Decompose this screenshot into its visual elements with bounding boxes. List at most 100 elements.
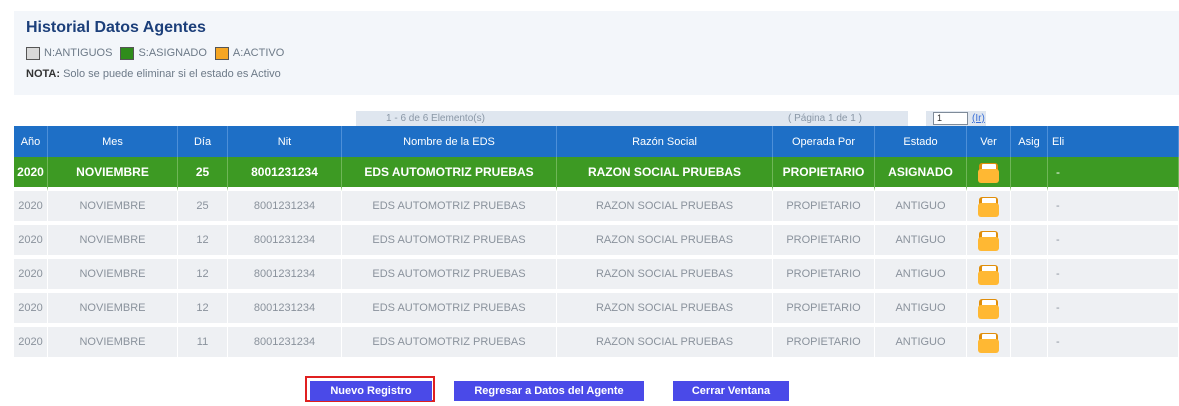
cell-anio: 2020: [14, 327, 48, 361]
cell-estado: ANTIGUO: [875, 225, 967, 259]
go-link[interactable]: (Ir): [972, 113, 985, 124]
pager-page: ( Página 1 de 1 ): [788, 113, 862, 124]
cell-ver: [967, 225, 1011, 259]
cell-mes: NOVIEMBRE: [48, 293, 178, 327]
table-row[interactable]: 2020 NOVIEMBRE 12 8001231234 EDS AUTOMOT…: [14, 225, 1179, 259]
cell-mes: NOVIEMBRE: [48, 225, 178, 259]
col-header-eli: Eli: [1048, 126, 1179, 157]
cell-razon-social: RAZON SOCIAL PRUEBAS: [557, 225, 773, 259]
col-header-operada-por[interactable]: Operada Por: [773, 126, 875, 157]
cell-anio: 2020: [14, 259, 48, 293]
legend-label-asignado: S:ASIGNADO: [138, 47, 207, 59]
cell-razon-social: RAZON SOCIAL PRUEBAS: [557, 157, 773, 191]
note-text: NOTA: Solo se puede eliminar si el estad…: [26, 68, 281, 80]
cell-estado: ASIGNADO: [875, 157, 967, 191]
cell-ver: [967, 259, 1011, 293]
cell-dia: 12: [178, 259, 228, 293]
note-body: Solo se puede eliminar si el estado es A…: [63, 68, 281, 80]
cell-nit: 8001231234: [228, 191, 342, 225]
status-legend: N:ANTIGUOS S:ASIGNADO A:ACTIVO: [26, 45, 284, 61]
pager-go: 1 (Ir): [926, 111, 986, 126]
page-number-input[interactable]: 1: [933, 112, 968, 125]
cell-dia: 25: [178, 157, 228, 191]
cell-anio: 2020: [14, 191, 48, 225]
cell-asig: [1011, 327, 1048, 361]
cell-eli: -: [1048, 225, 1179, 259]
cell-anio: 2020: [14, 157, 48, 191]
table-row[interactable]: 2020 NOVIEMBRE 11 8001231234 EDS AUTOMOT…: [14, 327, 1179, 361]
cell-nit: 8001231234: [228, 327, 342, 361]
table-row[interactable]: 2020 NOVIEMBRE 12 8001231234 EDS AUTOMOT…: [14, 293, 1179, 327]
cell-mes: NOVIEMBRE: [48, 191, 178, 225]
cell-operada-por: PROPIETARIO: [773, 191, 875, 225]
cell-operada-por: PROPIETARIO: [773, 157, 875, 191]
cell-anio: 2020: [14, 225, 48, 259]
col-header-nombre-eds[interactable]: Nombre de la EDS: [342, 126, 557, 157]
col-header-mes[interactable]: Mes: [48, 126, 178, 157]
cell-asig: [1011, 259, 1048, 293]
cell-operada-por: PROPIETARIO: [773, 259, 875, 293]
col-header-nit[interactable]: Nit: [228, 126, 342, 157]
col-header-anio[interactable]: Año: [14, 126, 48, 157]
legend-swatch-activo: [214, 46, 229, 60]
col-header-dia[interactable]: Día: [178, 126, 228, 157]
cell-mes: NOVIEMBRE: [48, 157, 178, 191]
cell-nombre-eds: EDS AUTOMOTRIZ PRUEBAS: [342, 225, 557, 259]
cell-eli: -: [1048, 157, 1179, 191]
table-header-row: Año Mes Día Nit Nombre de la EDS Razón S…: [14, 126, 1179, 157]
cell-nombre-eds: EDS AUTOMOTRIZ PRUEBAS: [342, 191, 557, 225]
cell-asig: [1011, 191, 1048, 225]
cell-razon-social: RAZON SOCIAL PRUEBAS: [557, 293, 773, 327]
cell-operada-por: PROPIETARIO: [773, 293, 875, 327]
cell-asig: [1011, 225, 1048, 259]
cell-estado: ANTIGUO: [875, 327, 967, 361]
pager-range: 1 - 6 de 6 Elemento(s): [386, 113, 485, 124]
legend-swatch-asignado: [120, 46, 135, 60]
cell-nit: 8001231234: [228, 293, 342, 327]
folder-icon[interactable]: [978, 196, 999, 217]
nuevo-registro-button[interactable]: Nuevo Registro: [310, 381, 432, 401]
table-row[interactable]: 2020 NOVIEMBRE 25 8001231234 EDS AUTOMOT…: [14, 157, 1179, 191]
legend-label-activo: A:ACTIVO: [232, 47, 285, 59]
regresar-datos-agente-button[interactable]: Regresar a Datos del Agente: [454, 381, 644, 401]
cell-nit: 8001231234: [228, 259, 342, 293]
cell-estado: ANTIGUO: [875, 293, 967, 327]
cell-razon-social: RAZON SOCIAL PRUEBAS: [557, 327, 773, 361]
cell-razon-social: RAZON SOCIAL PRUEBAS: [557, 259, 773, 293]
cell-mes: NOVIEMBRE: [48, 259, 178, 293]
legend-label-antiguos: N:ANTIGUOS: [44, 47, 113, 59]
cell-dia: 11: [178, 327, 228, 361]
folder-icon[interactable]: [978, 298, 999, 319]
cell-nit: 8001231234: [228, 157, 342, 191]
cell-ver: [967, 157, 1011, 191]
col-header-asig: Asig: [1011, 126, 1048, 157]
col-header-razon-social[interactable]: Razón Social: [557, 126, 773, 157]
col-header-estado[interactable]: Estado: [875, 126, 967, 157]
cell-nombre-eds: EDS AUTOMOTRIZ PRUEBAS: [342, 327, 557, 361]
table-row[interactable]: 2020 NOVIEMBRE 12 8001231234 EDS AUTOMOT…: [14, 259, 1179, 293]
cell-asig: [1011, 157, 1048, 191]
cell-asig: [1011, 293, 1048, 327]
action-bar: Nuevo Registro Regresar a Datos del Agen…: [0, 376, 1179, 406]
col-header-ver: Ver: [967, 126, 1011, 157]
cerrar-ventana-button[interactable]: Cerrar Ventana: [673, 381, 789, 401]
cell-ver: [967, 191, 1011, 225]
cell-ver: [967, 327, 1011, 361]
folder-icon[interactable]: [978, 162, 999, 183]
folder-icon[interactable]: [978, 332, 999, 353]
cell-estado: ANTIGUO: [875, 191, 967, 225]
cell-dia: 12: [178, 293, 228, 327]
cell-nombre-eds: EDS AUTOMOTRIZ PRUEBAS: [342, 293, 557, 327]
cell-nombre-eds: EDS AUTOMOTRIZ PRUEBAS: [342, 259, 557, 293]
table-row[interactable]: 2020 NOVIEMBRE 25 8001231234 EDS AUTOMOT…: [14, 191, 1179, 225]
folder-icon[interactable]: [978, 230, 999, 251]
cell-estado: ANTIGUO: [875, 259, 967, 293]
cell-nombre-eds: EDS AUTOMOTRIZ PRUEBAS: [342, 157, 557, 191]
note-label: NOTA:: [26, 68, 61, 80]
cell-eli: -: [1048, 259, 1179, 293]
cell-razon-social: RAZON SOCIAL PRUEBAS: [557, 191, 773, 225]
cell-ver: [967, 293, 1011, 327]
folder-icon[interactable]: [978, 264, 999, 285]
cell-eli: -: [1048, 293, 1179, 327]
pager-bar: 1 - 6 de 6 Elemento(s) ( Página 1 de 1 ): [356, 111, 908, 126]
